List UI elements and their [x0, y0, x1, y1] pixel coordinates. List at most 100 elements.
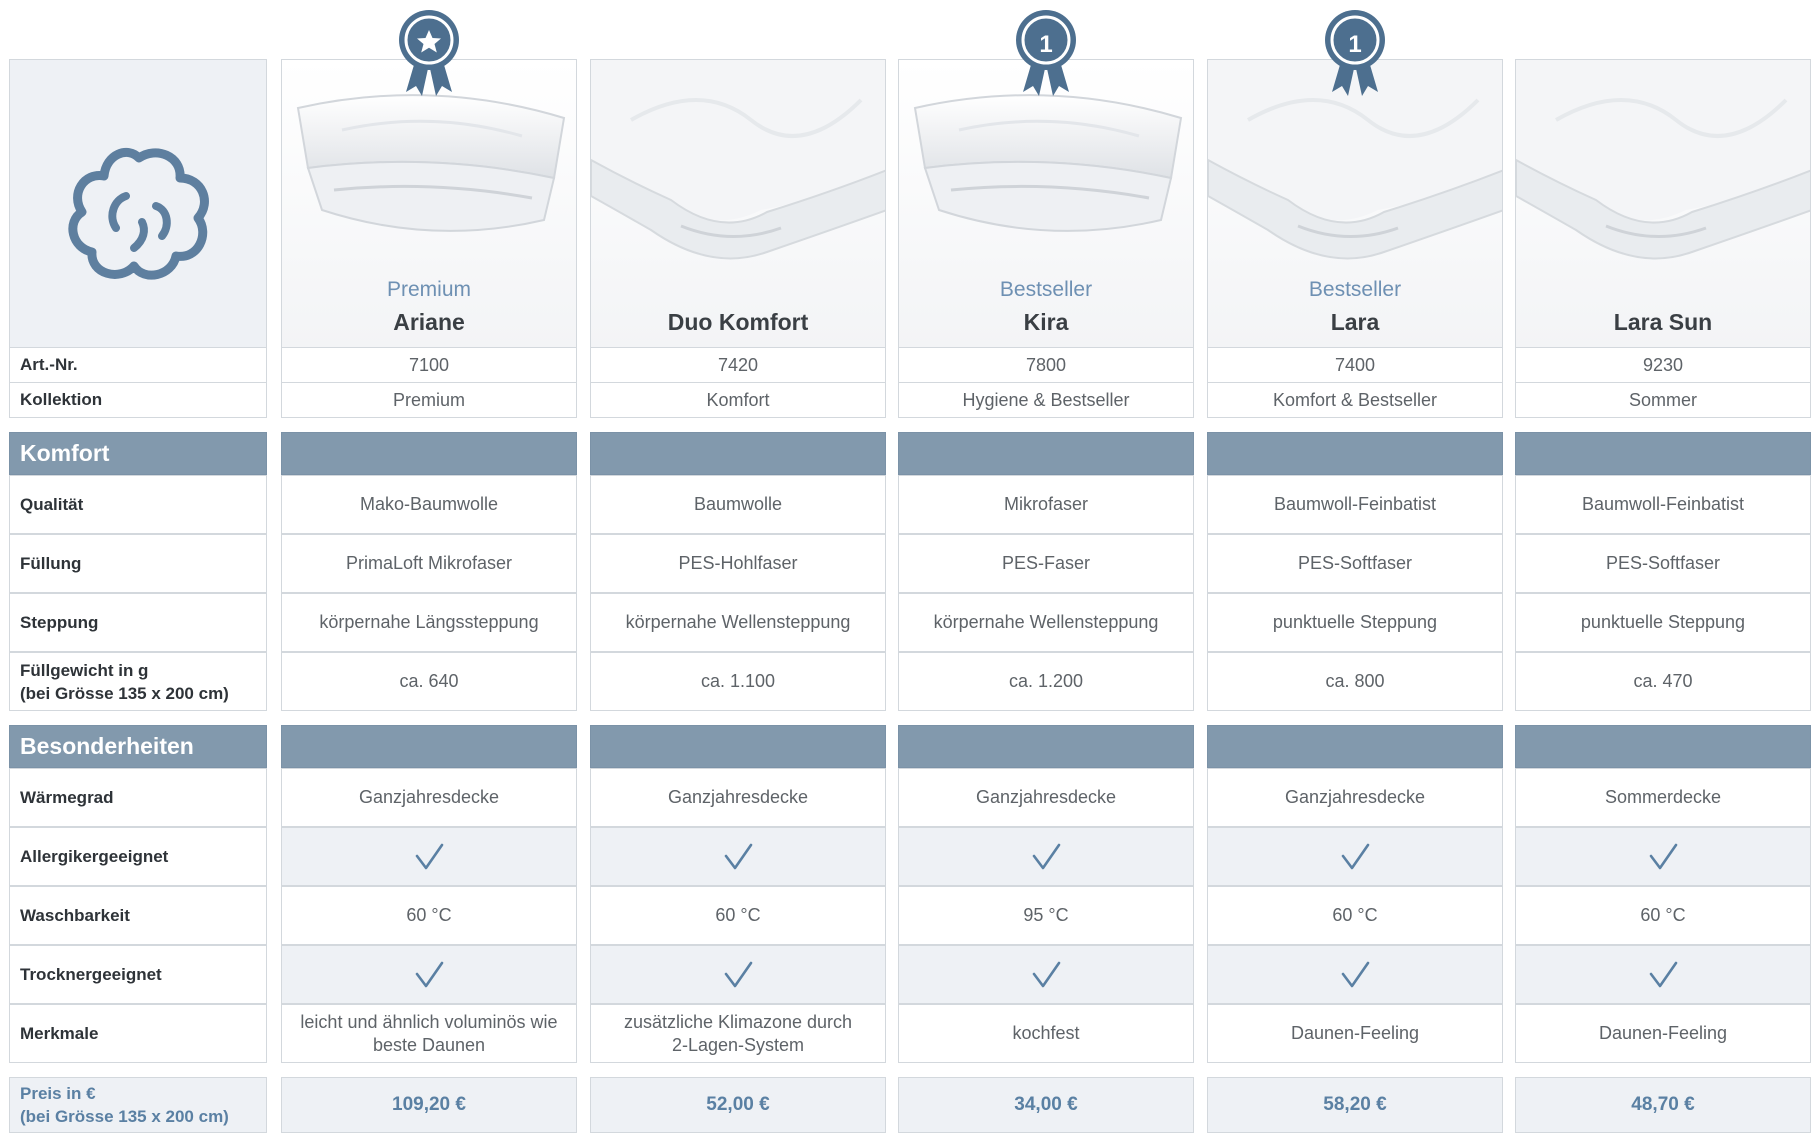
table-cell: Baumwoll-Feinbatist — [1515, 475, 1811, 534]
section-header-bar — [898, 432, 1194, 475]
star-ribbon-icon — [398, 6, 460, 96]
check-cell — [281, 945, 577, 1004]
table-cell: PES-Softfaser — [1515, 534, 1811, 593]
section-header-bar — [1515, 432, 1811, 475]
section-header: Komfort — [9, 432, 267, 475]
table-cell: PrimaLoft Mikrofaser — [281, 534, 577, 593]
row-label: Füllgewicht in g (bei Grösse 135 x 200 cm… — [9, 652, 267, 711]
table-cell: 7800 — [898, 347, 1194, 383]
table-cell: punktuelle Steppung — [1515, 593, 1811, 652]
badge-number: 1 — [1039, 31, 1052, 58]
check-cell — [1515, 827, 1811, 886]
row-label: Kollektion — [9, 382, 267, 418]
price-value: 58,20 € — [1207, 1077, 1503, 1133]
price-value: 52,00 € — [590, 1077, 886, 1133]
section-header: Besonderheiten — [9, 725, 267, 768]
product-card[interactable]: Bestseller Lara — [1207, 59, 1503, 349]
row-label: Steppung — [9, 593, 267, 652]
table-cell: 7420 — [590, 347, 886, 383]
table-cell: punktuelle Steppung — [1207, 593, 1503, 652]
price-value: 109,20 € — [281, 1077, 577, 1133]
table-cell: Sommerdecke — [1515, 768, 1811, 827]
section-header-bar — [1207, 432, 1503, 475]
product-name: Duo Komfort — [667, 309, 809, 335]
table-cell: ca. 470 — [1515, 652, 1811, 711]
section-header-bar — [590, 725, 886, 768]
table-cell: Ganzjahresdecke — [281, 768, 577, 827]
price-value: 48,70 € — [1515, 1077, 1811, 1133]
product-image — [591, 60, 885, 260]
row-label: Merkmale — [9, 1004, 267, 1063]
checkmark-icon — [1340, 842, 1370, 872]
table-cell: körpernahe Wellensteppung — [898, 593, 1194, 652]
section-header-bar — [590, 432, 886, 475]
table-cell: Ganzjahresdecke — [590, 768, 886, 827]
check-cell — [281, 827, 577, 886]
check-cell — [590, 827, 886, 886]
table-cell: Baumwoll-Feinbatist — [1207, 475, 1503, 534]
price-label-line: Preis in € — [20, 1084, 96, 1103]
table-cell: PES-Hohlfaser — [590, 534, 886, 593]
table-cell: ca. 800 — [1207, 652, 1503, 711]
row-label: Allergikergeeignet — [9, 827, 267, 886]
checkmark-icon — [1648, 960, 1678, 990]
row-label: Trocknergeeignet — [9, 945, 267, 1004]
table-cell: 7400 — [1207, 347, 1503, 383]
row-label: Füllung — [9, 534, 267, 593]
product-name: Ariane — [393, 309, 465, 335]
table-cell: Ganzjahresdecke — [1207, 768, 1503, 827]
row-label-line: (bei Grösse 135 x 200 cm) — [20, 683, 229, 703]
badge-number: 1 — [1348, 31, 1361, 58]
number-one-ribbon-icon: 1 — [1324, 6, 1386, 96]
row-label: Art.-Nr. — [9, 347, 267, 383]
check-cell — [1515, 945, 1811, 1004]
section-header-bar — [898, 725, 1194, 768]
cell-line: Daunen-Feeling — [1598, 1023, 1728, 1043]
cotton-flower-icon — [68, 148, 209, 280]
product-image — [1516, 60, 1810, 260]
table-cell: Daunen-Feeling — [1515, 1004, 1811, 1063]
row-label-line: Füllgewicht in g — [20, 660, 149, 680]
price-label: Preis in € (bei Grösse 135 x 200 cm) — [9, 1077, 267, 1133]
product-name: Kira — [1023, 309, 1069, 335]
checkmark-icon — [414, 960, 444, 990]
check-cell — [898, 827, 1194, 886]
product-card[interactable]: Duo Komfort — [590, 59, 886, 349]
number-one-ribbon-icon: 1 — [1015, 6, 1077, 96]
table-cell: Komfort & Bestseller — [1207, 382, 1503, 418]
table-cell: 95 °C — [898, 886, 1194, 945]
product-card[interactable]: Premium Ariane — [281, 59, 577, 349]
check-cell — [590, 945, 886, 1004]
table-cell: Komfort — [590, 382, 886, 418]
checkmark-icon — [1031, 960, 1061, 990]
product-card[interactable]: Lara Sun — [1515, 59, 1811, 349]
checkmark-icon — [1031, 842, 1061, 872]
table-cell: ca. 1.200 — [898, 652, 1194, 711]
row-label: Qualität — [9, 475, 267, 534]
table-cell: Ganzjahresdecke — [898, 768, 1194, 827]
table-cell: Mikrofaser — [898, 475, 1194, 534]
table-cell: ca. 1.100 — [590, 652, 886, 711]
product-subtitle: Bestseller — [1308, 278, 1402, 301]
table-cell: 60 °C — [590, 886, 886, 945]
check-cell — [1207, 827, 1503, 886]
table-cell: 60 °C — [1207, 886, 1503, 945]
product-subtitle: Bestseller — [999, 278, 1093, 301]
product-subtitle: Premium — [386, 278, 471, 301]
table-cell: körpernahe Wellensteppung — [590, 593, 886, 652]
checkmark-icon — [723, 960, 753, 990]
table-cell: Baumwolle — [590, 475, 886, 534]
price-label-line: (bei Grösse 135 x 200 cm) — [20, 1107, 229, 1126]
checkmark-icon — [1340, 960, 1370, 990]
cell-line: zusätzliche Klimazone durch — [623, 1011, 853, 1032]
cell-line: leicht und ähnlich voluminös wie — [300, 1011, 558, 1032]
check-cell — [1207, 945, 1503, 1004]
logo-panel — [9, 59, 267, 349]
section-header-bar — [281, 432, 577, 475]
table-cell: 9230 — [1515, 347, 1811, 383]
cell-line: Daunen-Feeling — [1290, 1023, 1420, 1043]
section-header-bar — [1515, 725, 1811, 768]
checkmark-icon — [723, 842, 753, 872]
table-cell: PES-Faser — [898, 534, 1194, 593]
product-card[interactable]: Bestseller Kira — [898, 59, 1194, 349]
